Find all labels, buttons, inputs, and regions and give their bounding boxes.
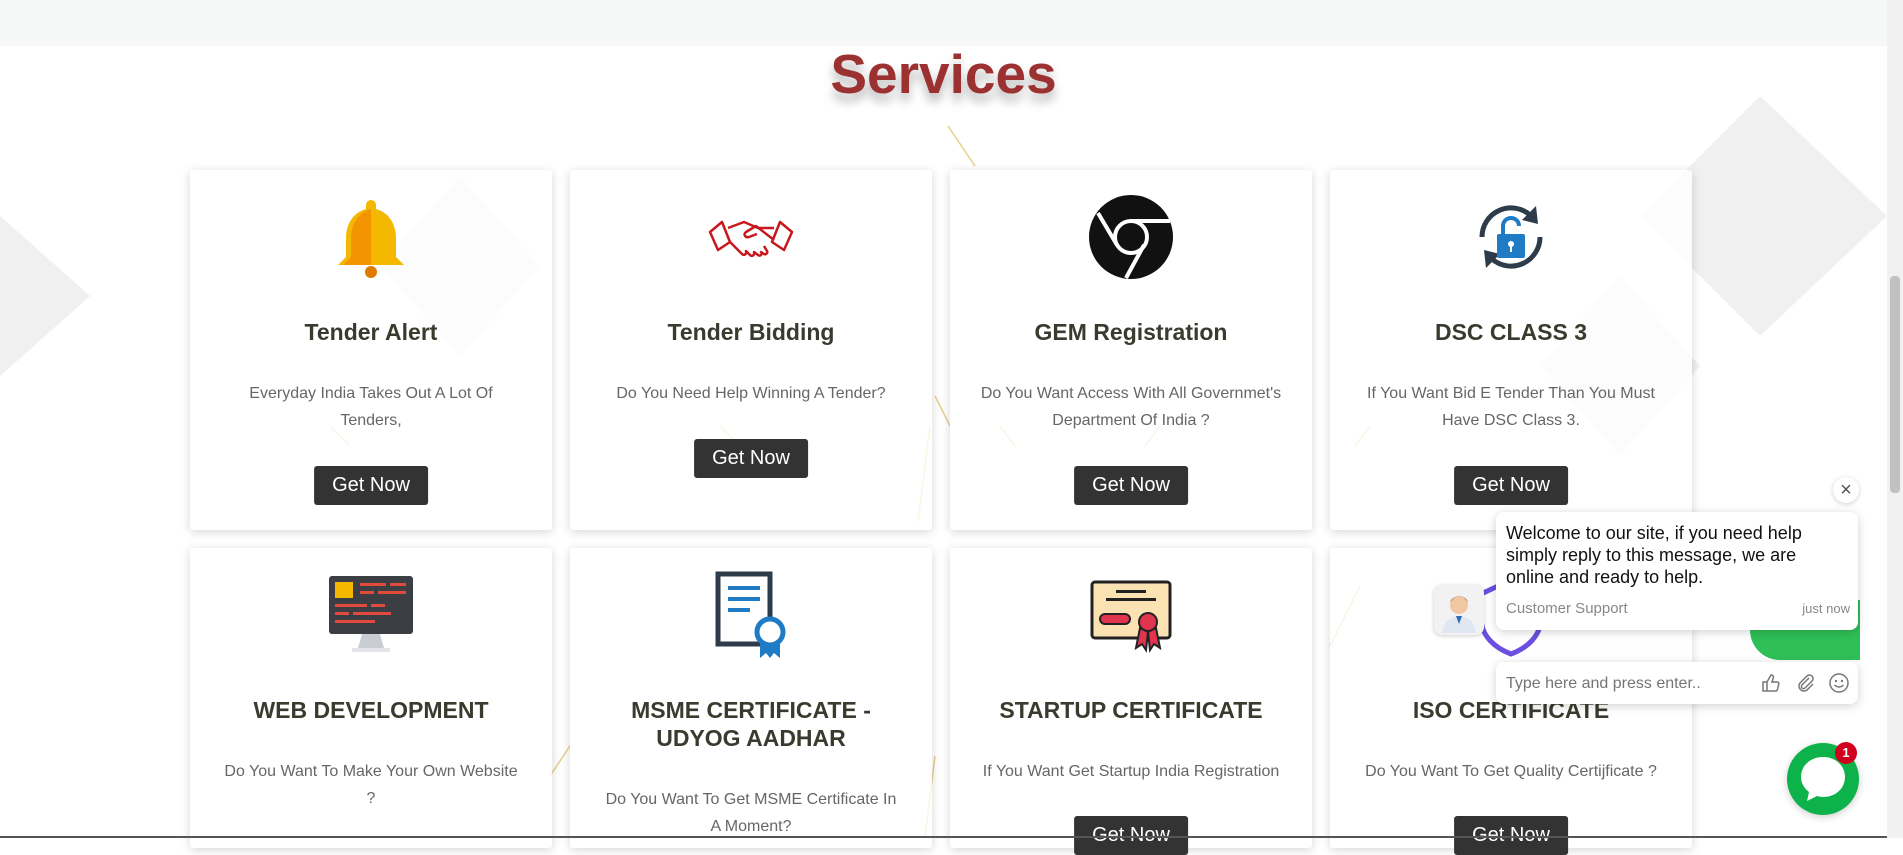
handshake-icon bbox=[570, 192, 932, 278]
card-description: If You Want Get Startup India Registrati… bbox=[982, 763, 1280, 780]
chat-timestamp: just now bbox=[1802, 601, 1850, 616]
card-description: Do You Want To Get MSME Certificate In A… bbox=[605, 791, 897, 835]
card-title: MSME CERTIFICATE - UDYOG AADHAR bbox=[631, 697, 871, 751]
card-title: Tender Bidding bbox=[667, 319, 835, 345]
certificate-document-icon bbox=[570, 570, 932, 658]
get-now-button[interactable]: Get Now bbox=[694, 439, 808, 478]
get-now-button[interactable]: Get Now bbox=[1454, 466, 1568, 505]
card-title: Tender Alert bbox=[304, 319, 438, 345]
chrome-icon bbox=[950, 192, 1312, 279]
service-card-startup-certificate: STARTUP CERTIFICATE If You Want Get Star… bbox=[950, 548, 1312, 855]
chat-input[interactable] bbox=[1504, 670, 1748, 698]
card-title: GEM Registration bbox=[1034, 319, 1228, 345]
scrollbar-thumb[interactable] bbox=[1890, 276, 1900, 493]
monitor-icon bbox=[190, 570, 552, 656]
card-title: DSC CLASS 3 bbox=[1434, 319, 1588, 345]
chat-message: Welcome to our site, if you need help si… bbox=[1496, 512, 1858, 630]
card-description: Do You Need Help Winning A Tender? bbox=[616, 385, 886, 402]
page-scrollbar[interactable] bbox=[1887, 0, 1903, 838]
certificate-icon bbox=[950, 570, 1312, 656]
section-title: Services bbox=[830, 43, 1057, 105]
service-card-gem-registration: GEM Registration Do You Want Access With… bbox=[950, 170, 1312, 530]
card-description: Everyday India Takes Out A Lot Of Tender… bbox=[249, 385, 493, 429]
chat-agent-name: Customer Support bbox=[1506, 600, 1628, 617]
service-card-tender-alert: Tender Alert Everyday India Takes Out A … bbox=[190, 170, 552, 530]
chat-message-text: Welcome to our site, if you need help si… bbox=[1506, 523, 1802, 587]
emoji-icon[interactable] bbox=[1828, 672, 1850, 694]
close-icon[interactable]: × bbox=[1833, 477, 1859, 503]
service-card-tender-bidding: Tender Bidding Do You Need Help Winning … bbox=[570, 170, 932, 530]
service-card-web-development: WEB DEVELOPMENT Do You Want To Make Your… bbox=[190, 548, 552, 848]
service-card-msme-certificate: MSME CERTIFICATE - UDYOG AADHAR Do You W… bbox=[570, 548, 932, 848]
get-now-button[interactable]: Get Now bbox=[1074, 466, 1188, 505]
chat-input-bar bbox=[1496, 662, 1858, 704]
card-description: Do You Want Access With All Governmet's … bbox=[980, 385, 1282, 429]
service-card-dsc-class-3: DSC CLASS 3 If You Want Bid E Tender Tha… bbox=[1330, 170, 1692, 530]
lock-refresh-icon bbox=[1330, 192, 1692, 278]
notification-badge: 1 bbox=[1835, 742, 1857, 764]
bell-icon bbox=[190, 192, 552, 278]
top-band bbox=[0, 0, 1887, 46]
card-description: Do You Want To Get Quality Certijficate … bbox=[1365, 763, 1657, 780]
get-now-button[interactable]: Get Now bbox=[314, 466, 428, 505]
card-description: If You Want Bid E Tender Than You Must H… bbox=[1367, 385, 1655, 429]
thumbs-up-icon[interactable] bbox=[1760, 672, 1782, 694]
attachment-icon[interactable] bbox=[1794, 672, 1816, 694]
card-title: STARTUP CERTIFICATE bbox=[999, 697, 1263, 723]
card-title: WEB DEVELOPMENT bbox=[253, 697, 489, 723]
support-avatar bbox=[1434, 585, 1484, 635]
card-description: Do You Want To Make Your Own Website ? bbox=[224, 763, 518, 807]
